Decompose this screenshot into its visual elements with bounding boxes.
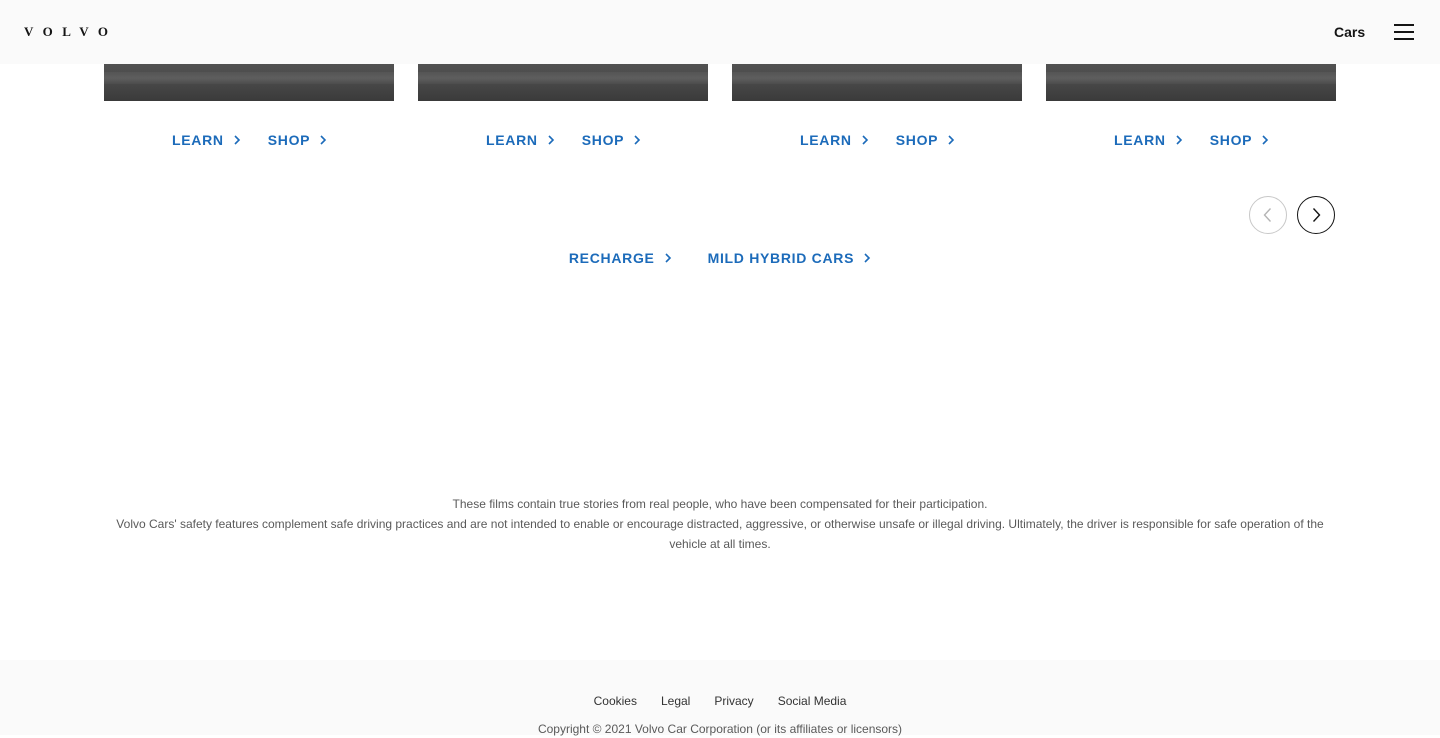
site-footer: Cookies Legal Privacy Social Media Copyr…	[0, 660, 1440, 736]
chevron-right-icon	[548, 135, 554, 145]
learn-label: LEARN	[486, 132, 538, 148]
chevron-right-icon	[1262, 135, 1269, 145]
footer-link-privacy[interactable]: Privacy	[714, 692, 753, 710]
footer-links: Cookies Legal Privacy Social Media	[0, 692, 1440, 710]
nav-cars-link[interactable]: Cars	[1334, 22, 1365, 42]
chevron-left-icon	[1263, 208, 1272, 222]
shop-link[interactable]: SHOP	[268, 132, 327, 148]
category-links: RECHARGE MILD HYBRID CARS	[0, 248, 1440, 268]
shop-label: SHOP	[581, 132, 625, 148]
chevron-right-icon	[862, 135, 868, 145]
card-actions: LEARN SHOP	[1114, 130, 1269, 150]
footer-link-legal[interactable]: Legal	[661, 692, 690, 710]
disclaimer-line-2: Volvo Cars' safety features complement s…	[116, 517, 1324, 551]
learn-link[interactable]: LEARN	[800, 132, 869, 148]
disclaimer-line-1: These films contain true stories from re…	[452, 497, 988, 511]
learn-label: LEARN	[172, 132, 224, 148]
shop-label: SHOP	[267, 132, 311, 148]
footer-link-social-media[interactable]: Social Media	[778, 692, 847, 710]
footer-link-cookies[interactable]: Cookies	[594, 692, 637, 710]
card-actions: LEARN SHOP	[486, 130, 641, 150]
shop-label: SHOP	[895, 132, 939, 148]
disclaimer: These films contain true stories from re…	[100, 494, 1340, 554]
recharge-label: RECHARGE	[568, 250, 655, 266]
carousel-prev-button[interactable]	[1249, 196, 1287, 234]
chevron-right-icon	[864, 253, 871, 263]
chevron-right-icon	[1312, 208, 1321, 222]
learn-link[interactable]: LEARN	[486, 132, 555, 148]
learn-link[interactable]: LEARN	[172, 132, 241, 148]
shop-link[interactable]: SHOP	[1210, 132, 1269, 148]
carousel-next-button[interactable]	[1297, 196, 1335, 234]
shop-link[interactable]: SHOP	[582, 132, 641, 148]
learn-label: LEARN	[1114, 132, 1166, 148]
mild-hybrid-label: MILD HYBRID CARS	[707, 250, 855, 266]
learn-link[interactable]: LEARN	[1114, 132, 1183, 148]
mild-hybrid-cars-link[interactable]: MILD HYBRID CARS	[708, 248, 872, 268]
chevron-right-icon	[1176, 135, 1182, 145]
recharge-link[interactable]: RECHARGE	[569, 248, 672, 268]
chevron-right-icon	[634, 135, 641, 145]
copyright-text: Copyright © 2021 Volvo Car Corporation (…	[537, 722, 903, 736]
shop-label: SHOP	[1209, 132, 1253, 148]
card-actions: LEARN SHOP	[172, 130, 327, 150]
chevron-right-icon	[665, 253, 671, 263]
card-actions: LEARN SHOP	[800, 130, 955, 150]
chevron-right-icon	[320, 135, 327, 145]
learn-label: LEARN	[800, 132, 852, 148]
hamburger-menu-icon[interactable]	[1393, 22, 1415, 42]
shop-link[interactable]: SHOP	[896, 132, 955, 148]
volvo-logo[interactable]: VOLVO	[24, 24, 117, 40]
chevron-right-icon	[948, 135, 955, 145]
site-header: VOLVO Cars	[0, 0, 1440, 64]
chevron-right-icon	[234, 135, 240, 145]
